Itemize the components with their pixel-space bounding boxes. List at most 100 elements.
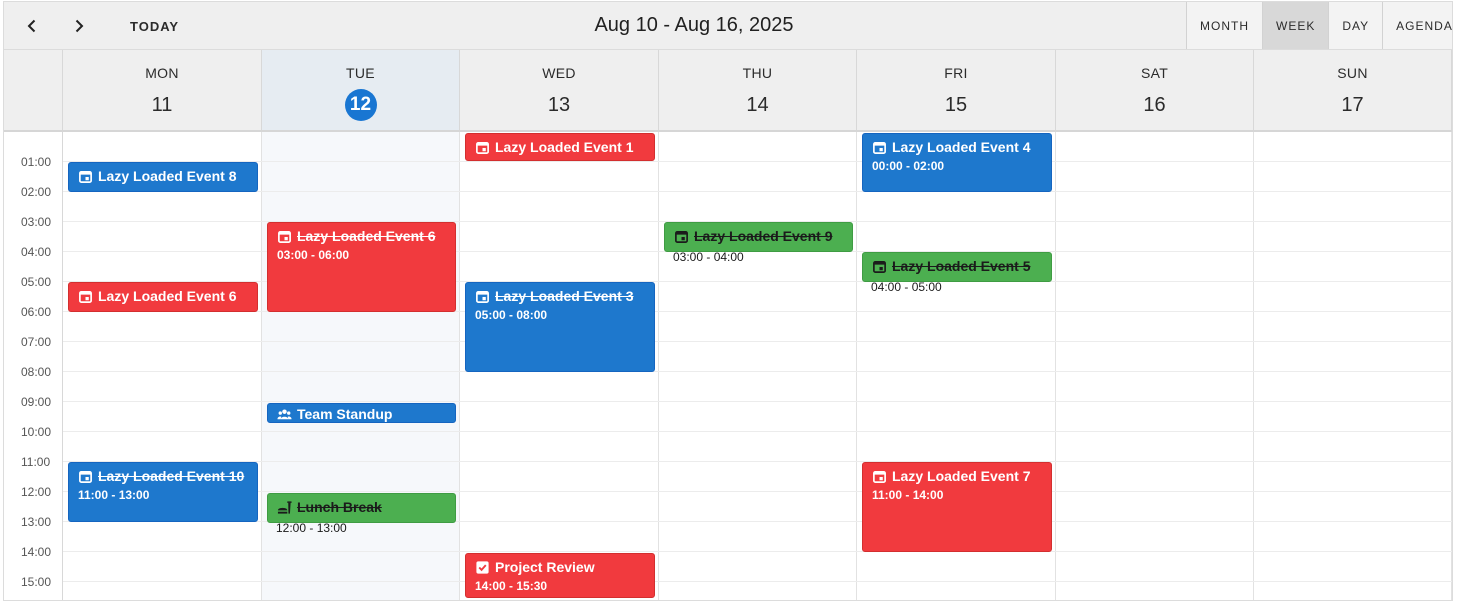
day-header-fri[interactable]: FRI 15	[857, 50, 1056, 130]
calendar-toolbar: TODAY Aug 10 - Aug 16, 2025 MONTH WEEK D…	[4, 2, 1452, 50]
event-time: 03:00 - 04:00	[673, 250, 744, 264]
day-number: 16	[1143, 94, 1166, 116]
event-title: Lunch Break	[297, 499, 382, 515]
hour-label: 14:00	[21, 545, 52, 559]
hour-gridline	[63, 161, 1452, 162]
event-title: Project Review	[495, 559, 595, 575]
hour-label: 06:00	[21, 305, 52, 319]
event-time: 04:00 - 05:00	[871, 280, 942, 294]
day-header-wed[interactable]: WED 13	[460, 50, 659, 130]
day-column-sun[interactable]	[1254, 132, 1452, 600]
group-icon	[277, 408, 292, 419]
event-time: 03:00 - 06:00	[277, 248, 350, 262]
day-header-sat[interactable]: SAT 16	[1056, 50, 1254, 130]
day-name: SUN	[1337, 65, 1368, 81]
hour-label: 08:00	[21, 365, 52, 379]
calendar: TODAY Aug 10 - Aug 16, 2025 MONTH WEEK D…	[3, 1, 1453, 601]
view-agenda-button[interactable]: AGENDA	[1383, 2, 1452, 49]
day-name: SAT	[1140, 65, 1169, 81]
day-number: 11	[151, 94, 173, 116]
day-number: 14	[746, 94, 769, 116]
event-title: Lazy Loaded Event 1	[495, 139, 634, 155]
today-button[interactable]: TODAY	[122, 10, 187, 42]
date-range-title: Aug 10 - Aug 16, 2025	[594, 14, 794, 36]
day-header-tue[interactable]: TUE 12	[262, 50, 460, 130]
event-title: Lazy Loaded Event 4	[892, 139, 1031, 155]
hour-label: 02:00	[21, 185, 52, 199]
event-title: Lazy Loaded Event 5	[892, 258, 1031, 274]
hour-gridline	[63, 461, 1452, 462]
hour-label: 03:00	[21, 215, 52, 229]
event-lazy-loaded-10[interactable]: Lazy Loaded Event 10 11:00 - 13:00	[68, 462, 258, 522]
calendar-icon	[79, 290, 92, 303]
day-header-row: MON 11 TUE 12 WED 13 THU 14 FRI 15 SAT 1…	[4, 50, 1452, 132]
event-lazy-loaded-6-mon[interactable]: Lazy Loaded Event 6	[68, 282, 258, 312]
calendar-icon	[79, 170, 92, 183]
event-lunch-break[interactable]: Lunch Break	[267, 493, 456, 523]
prev-week-button[interactable]	[16, 10, 48, 42]
time-gutter: 01:00 02:00 03:00 04:00 05:00 06:00 07:0…	[4, 132, 63, 600]
calendar-icon	[476, 141, 489, 154]
day-header-thu[interactable]: THU 14	[659, 50, 857, 130]
hour-gridline	[63, 491, 1452, 492]
view-month-button[interactable]: MONTH	[1187, 2, 1263, 49]
event-lazy-loaded-6-tue[interactable]: Lazy Loaded Event 6 03:00 - 06:00	[267, 222, 456, 312]
event-title: Lazy Loaded Event 3	[495, 288, 634, 304]
day-number: 15	[944, 94, 968, 116]
hour-gridline	[63, 431, 1452, 432]
view-day-button[interactable]: DAY	[1329, 2, 1384, 49]
hour-label: 10:00	[21, 425, 52, 439]
event-title: Lazy Loaded Event 6	[98, 288, 237, 304]
event-time: 05:00 - 08:00	[475, 308, 548, 322]
header-corner	[4, 50, 63, 130]
event-title: Lazy Loaded Event 10	[98, 468, 245, 484]
day-number-today: 12	[344, 89, 377, 121]
event-time: 11:00 - 14:00	[872, 488, 944, 502]
event-lazy-loaded-3[interactable]: Lazy Loaded Event 3 05:00 - 08:00	[465, 282, 655, 372]
event-time: 12:00 - 13:00	[276, 521, 347, 535]
event-lazy-loaded-8[interactable]: Lazy Loaded Event 8	[68, 162, 258, 192]
event-title: Lazy Loaded Event 9	[694, 228, 833, 244]
calendar-icon	[873, 141, 886, 154]
event-lazy-loaded-4[interactable]: Lazy Loaded Event 4 00:00 - 02:00	[862, 133, 1052, 192]
hour-gridline	[63, 341, 1452, 342]
hour-gridline	[63, 191, 1452, 192]
event-time: 00:00 - 02:00	[872, 159, 945, 173]
hour-label: 04:00	[21, 245, 52, 259]
event-time: 11:00 - 13:00	[78, 488, 150, 502]
next-week-button[interactable]	[63, 10, 95, 42]
hour-label: 07:00	[21, 335, 52, 349]
hour-gridline	[63, 551, 1452, 552]
event-lazy-loaded-9[interactable]: Lazy Loaded Event 9	[664, 222, 853, 252]
day-name: FRI	[944, 65, 968, 81]
hour-label: 05:00	[21, 275, 52, 289]
hour-label: 09:00	[21, 395, 52, 409]
event-team-standup[interactable]: Team Standup	[267, 403, 456, 423]
event-lazy-loaded-7[interactable]: Lazy Loaded Event 7 11:00 - 14:00	[862, 462, 1052, 552]
chevron-left-icon	[27, 19, 36, 33]
day-header-sun[interactable]: SUN 17	[1254, 50, 1452, 130]
hour-label: 01:00	[21, 155, 52, 169]
event-project-review[interactable]: Project Review 14:00 - 15:30	[465, 553, 655, 598]
event-title: Lazy Loaded Event 6	[297, 228, 436, 244]
day-column-sat[interactable]	[1056, 132, 1254, 600]
day-number: 13	[547, 94, 571, 116]
day-name: TUE	[346, 65, 375, 81]
hour-label: 15:00	[21, 575, 52, 589]
view-switcher: MONTH WEEK DAY AGENDA	[1186, 2, 1452, 49]
hour-label: 11:00	[21, 455, 51, 469]
food-icon	[277, 500, 292, 514]
event-lazy-loaded-5[interactable]: Lazy Loaded Event 5	[862, 252, 1052, 282]
day-name: THU	[742, 65, 773, 81]
time-grid: 01:00 02:00 03:00 04:00 05:00 06:00 07:0…	[4, 132, 1452, 600]
day-name: WED	[542, 65, 576, 81]
calendar-icon	[79, 470, 92, 483]
day-column-thu[interactable]	[659, 132, 857, 600]
calendar-icon	[873, 260, 886, 273]
day-header-mon[interactable]: MON 11	[63, 50, 262, 130]
day-name: MON	[145, 65, 179, 81]
day-column-mon[interactable]	[63, 132, 262, 600]
event-lazy-loaded-1[interactable]: Lazy Loaded Event 1	[465, 133, 655, 161]
chevron-right-icon	[75, 19, 84, 33]
view-week-button[interactable]: WEEK	[1263, 2, 1330, 49]
